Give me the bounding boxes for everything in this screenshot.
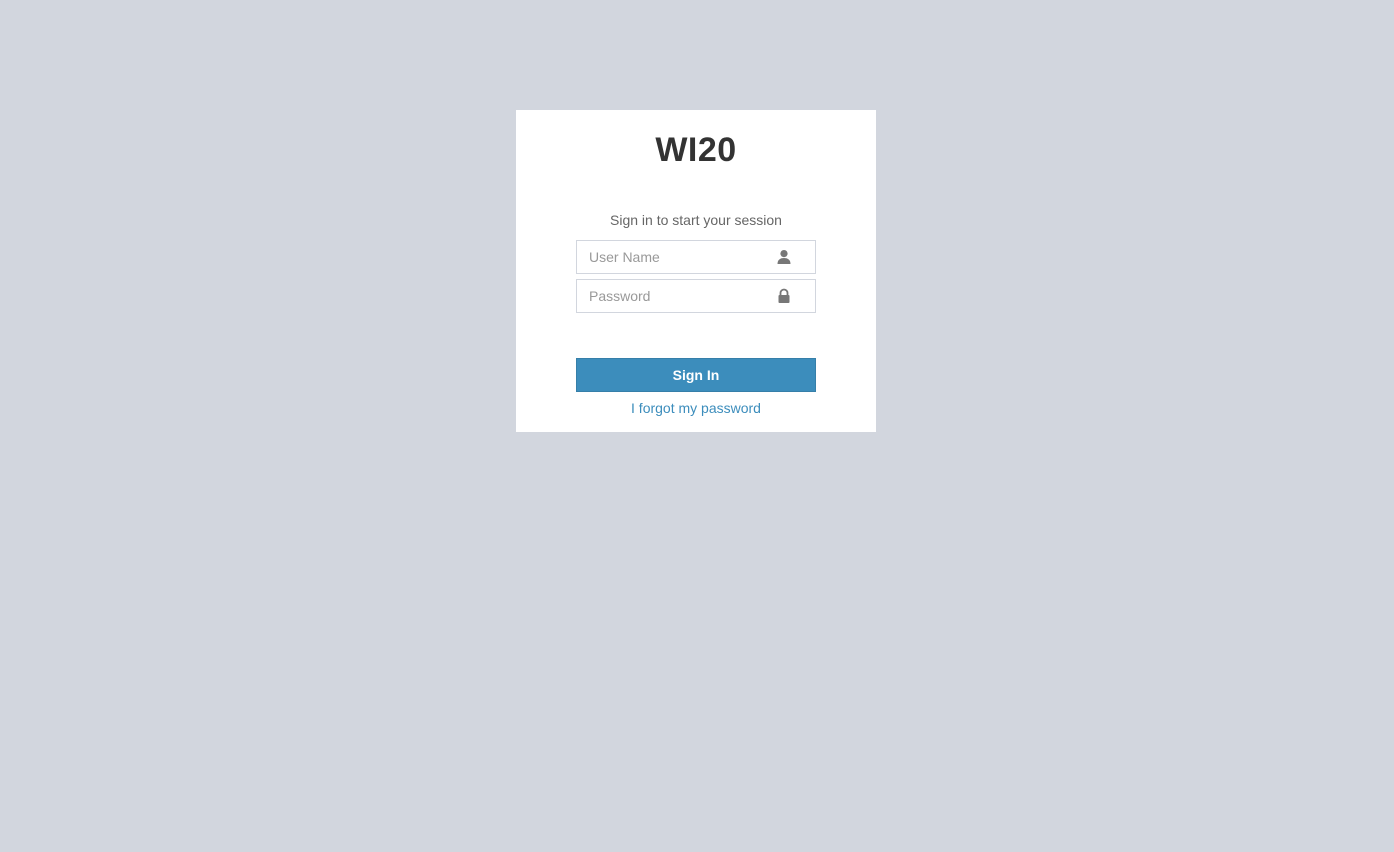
login-message: Sign in to start your session xyxy=(610,212,782,228)
password-field-group xyxy=(576,279,816,313)
login-box: WI20 Sign in to start your session Sign … xyxy=(516,110,876,432)
sign-in-button[interactable]: Sign In xyxy=(576,358,816,392)
app-logo: WI20 xyxy=(655,131,737,169)
lock-icon xyxy=(776,288,792,304)
username-field-group xyxy=(576,240,816,274)
forgot-password-link[interactable]: I forgot my password xyxy=(576,399,816,417)
user-icon xyxy=(776,249,792,265)
login-form: Sign In xyxy=(576,240,816,392)
